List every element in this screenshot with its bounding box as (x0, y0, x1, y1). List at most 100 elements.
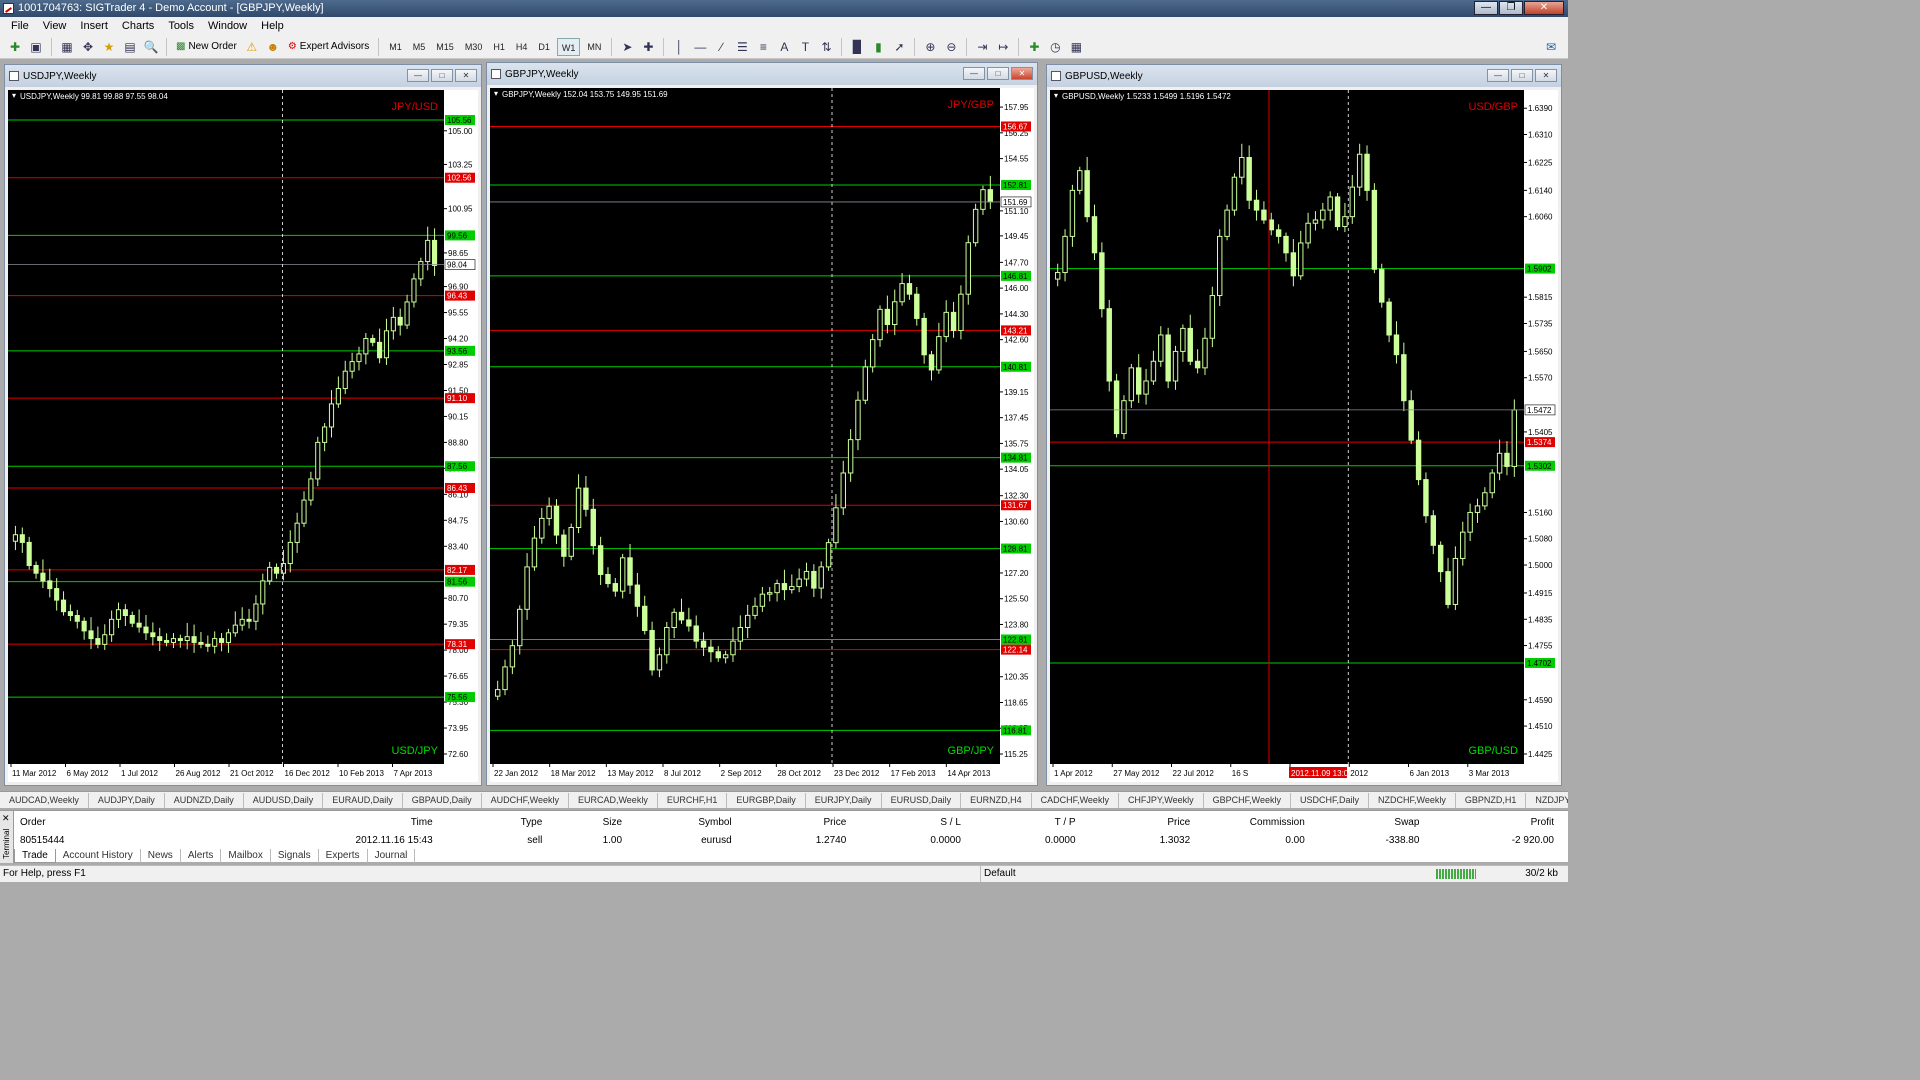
autoscroll-icon[interactable]: ⇥ (973, 38, 991, 56)
chart-tab[interactable]: GBPAUD,Daily (403, 792, 482, 808)
chart-collapse-icon[interactable]: ▾ (1054, 91, 1058, 100)
terminal-tab-experts[interactable]: Experts (319, 849, 368, 863)
channel-icon[interactable]: ☰ (733, 38, 751, 56)
terminal-tab-news[interactable]: News (141, 849, 181, 863)
terminal-tab-mailbox[interactable]: Mailbox (221, 849, 271, 863)
chart-window-titlebar[interactable]: USDJPY,Weekly — □ ✕ (5, 65, 481, 87)
chart-tab[interactable]: EURJPY,Daily (806, 792, 882, 808)
arrows-icon[interactable]: ⇅ (817, 38, 835, 56)
chart-tab[interactable]: NZDJPY,H4 (1526, 793, 1568, 808)
chart-tab[interactable]: CHFJPY,Weekly (1119, 792, 1204, 808)
chart-tab[interactable]: EURNZD,H4 (961, 792, 1032, 808)
table-row[interactable]: 80515444 2012.11.16 15:43 sell 1.00 euru… (14, 835, 1554, 847)
timeframe-mn[interactable]: MN (583, 38, 605, 56)
terminal-tab-signals[interactable]: Signals (271, 849, 319, 863)
chart-tab[interactable]: AUDCAD,Weekly (0, 792, 89, 808)
chart-tab[interactable]: EURGBP,Daily (727, 792, 806, 808)
col-symbol[interactable]: Symbol (622, 817, 731, 831)
chart-tab[interactable]: CADCHF,Weekly (1032, 792, 1119, 808)
price-chart-gbpjpy[interactable]: 157.95156.25154.55151.10149.45147.70146.… (490, 88, 1034, 782)
chat-icon[interactable]: ✉ (1542, 38, 1560, 56)
chart-tab[interactable]: EURCHF,H1 (658, 792, 728, 808)
horizontal-line-icon[interactable]: — (691, 38, 709, 56)
text-label-icon[interactable]: T (796, 38, 814, 56)
timeframe-m15[interactable]: M15 (432, 38, 458, 56)
navigator-icon[interactable]: ✥ (79, 38, 97, 56)
alert-icon[interactable]: ⚠ (243, 38, 261, 56)
crosshair-icon[interactable]: ✚ (639, 38, 657, 56)
col-current-price[interactable]: Price (1076, 817, 1190, 831)
maximize-button[interactable]: ❐ (1499, 1, 1523, 15)
chart-close-button[interactable]: ✕ (1011, 67, 1033, 80)
chart-collapse-icon[interactable]: ▾ (494, 89, 498, 98)
vertical-line-icon[interactable]: │ (670, 38, 688, 56)
terminal-tab-journal[interactable]: Journal (368, 849, 416, 863)
col-sl[interactable]: S / L (846, 817, 961, 831)
text-icon[interactable]: A (775, 38, 793, 56)
market-watch-icon[interactable]: ▦ (58, 38, 76, 56)
chart-tab[interactable]: EURUSD,Daily (882, 792, 962, 808)
col-time[interactable]: Time (164, 817, 433, 831)
terminal-tab-trade[interactable]: Trade (14, 849, 56, 863)
chart-plot-area[interactable] (8, 90, 444, 764)
cursor-icon[interactable]: ➤ (618, 38, 636, 56)
line-chart-icon[interactable]: ➚ (890, 38, 908, 56)
bar-chart-icon[interactable]: ▉ (848, 38, 866, 56)
chart-tab[interactable]: AUDUSD,Daily (244, 792, 324, 808)
chart-collapse-icon[interactable]: ▾ (12, 91, 16, 100)
chart-minimize-button[interactable]: — (963, 67, 985, 80)
periods-icon[interactable]: ◷ (1046, 38, 1064, 56)
menu-help[interactable]: Help (254, 20, 291, 32)
chart-tab[interactable]: AUDCHF,Weekly (482, 792, 569, 808)
chart-close-button[interactable]: ✕ (1535, 69, 1557, 82)
chart-window-titlebar[interactable]: GBPUSD,Weekly — □ ✕ (1047, 65, 1561, 87)
chart-window-gbpusd[interactable]: GBPUSD,Weekly — □ ✕ 1.6390 1.6310 1.6225 1.… (1046, 64, 1562, 786)
menu-insert[interactable]: Insert (73, 20, 115, 32)
chart-window-titlebar[interactable]: GBPJPY,Weekly — □ ✕ (487, 63, 1037, 85)
col-price[interactable]: Price (732, 817, 847, 831)
col-commission[interactable]: Commission (1190, 817, 1305, 831)
favorites-icon[interactable]: ★ (100, 38, 118, 56)
price-chart-usdjpy[interactable]: 105.00 103.25 100.95 98.65 96.90 95.55 94.20 92… (8, 90, 478, 782)
status-profile[interactable]: Default (980, 866, 1110, 882)
chart-maximize-button[interactable]: □ (987, 67, 1009, 80)
terminal-close-icon[interactable]: ✕ (2, 813, 10, 824)
terminal-tab-alerts[interactable]: Alerts (181, 849, 222, 863)
zoom-in-icon[interactable]: ⊕ (921, 38, 939, 56)
chart-tab[interactable]: EURAUD,Daily (323, 792, 403, 808)
signals-icon[interactable]: ☻ (264, 38, 282, 56)
chart-maximize-button[interactable]: □ (1511, 69, 1533, 82)
price-chart-gbpusd[interactable]: 1.6390 1.6310 1.6225 1.6140 1.6060 1.5815 1.57… (1050, 90, 1558, 782)
chart-tab[interactable]: GBPCHF,Weekly (1204, 792, 1291, 808)
chart-tab[interactable]: USDCHF,Daily (1291, 792, 1369, 808)
chart-window-usdjpy[interactable]: USDJPY,Weekly — □ ✕ 105.00 103.25 100.95 98… (4, 64, 482, 786)
minimize-button[interactable]: — (1474, 1, 1498, 15)
chart-minimize-button[interactable]: — (1487, 69, 1509, 82)
expert-advisors-button[interactable]: ⚙ Expert Advisors (285, 38, 372, 56)
menu-file[interactable]: File (4, 20, 36, 32)
menu-window[interactable]: Window (201, 20, 254, 32)
terminal-tab-account-history[interactable]: Account History (56, 849, 141, 863)
chart-minimize-button[interactable]: — (407, 69, 429, 82)
candlestick-icon[interactable]: ▮ (869, 38, 887, 56)
tester-icon[interactable]: 🔍 (142, 38, 160, 56)
chart-maximize-button[interactable]: □ (431, 69, 453, 82)
new-order-button[interactable]: ▩ New Order (173, 38, 240, 56)
chart-shift-icon[interactable]: ↦ (994, 38, 1012, 56)
profiles-icon[interactable]: ▣ (27, 38, 45, 56)
timeframe-h1[interactable]: H1 (489, 38, 509, 56)
menu-view[interactable]: View (36, 20, 74, 32)
fibonacci-icon[interactable]: ≡ (754, 38, 772, 56)
chart-close-button[interactable]: ✕ (455, 69, 477, 82)
indicators-icon[interactable]: ✚ (1025, 38, 1043, 56)
terminal-icon[interactable]: ▤ (121, 38, 139, 56)
col-tp[interactable]: T / P (961, 817, 1076, 831)
chart-tab[interactable]: AUDNZD,Daily (165, 792, 244, 808)
chart-plot-area[interactable] (490, 88, 1000, 764)
col-type[interactable]: Type (433, 817, 543, 831)
chart-window-gbpjpy[interactable]: GBPJPY,Weekly — □ ✕ 157.95 156.25 154.55 15… (486, 62, 1038, 786)
zoom-out-icon[interactable]: ⊖ (942, 38, 960, 56)
new-chart-icon[interactable]: ✚ (6, 38, 24, 56)
chart-tab[interactable]: AUDJPY,Daily (89, 792, 165, 808)
close-button[interactable]: ✕ (1524, 1, 1564, 15)
